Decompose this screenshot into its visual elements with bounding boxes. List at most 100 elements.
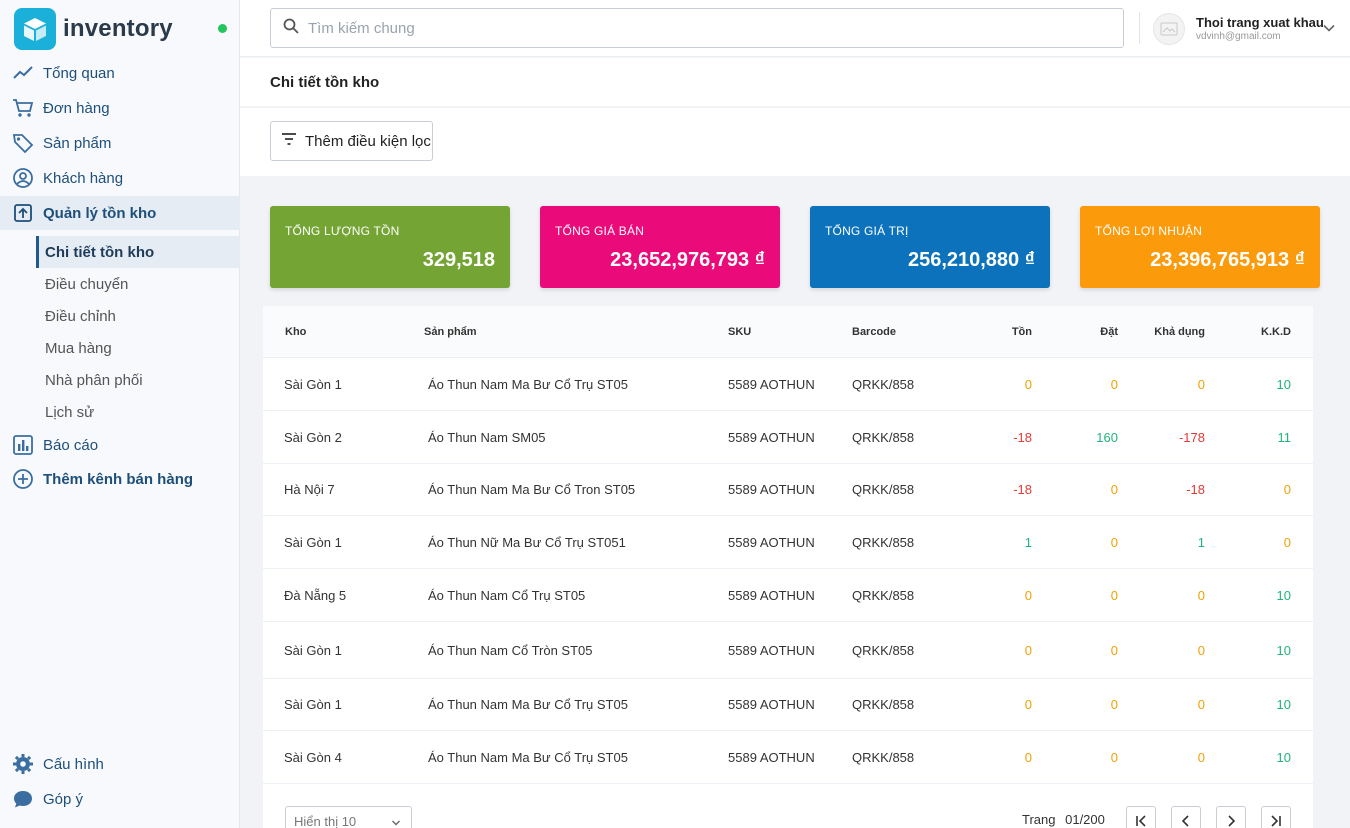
cell-kkd: 10: [1276, 588, 1291, 603]
nav-item-customers[interactable]: Khách hàng: [0, 161, 240, 195]
cell-barcode: QRKK/858: [852, 750, 915, 765]
cell-on-hand: 0: [1024, 643, 1032, 658]
cell-sku: 5589 AOTHUN: [728, 750, 815, 765]
table-row[interactable]: Sài Gòn 1 Áo Thun Nam Ma Bư Cổ Trụ ST05 55…: [263, 358, 1313, 411]
cell-product: Áo Thun Nam Ma Bư Cổ Trụ ST05: [428, 750, 628, 765]
nav-item-label: Tổng quan: [43, 64, 115, 82]
brand[interactable]: inventory: [14, 8, 173, 50]
cell-sku: 5589 AOTHUN: [728, 430, 815, 445]
page-size-label: Hiển thị 10: [294, 813, 357, 828]
subnav-item-transfer[interactable]: Điều chuyển: [36, 268, 240, 300]
nav-item-overview[interactable]: Tổng quan: [0, 56, 240, 90]
cell-on-hand: 0: [1024, 377, 1032, 392]
table-row[interactable]: Sài Gòn 1 Áo Thun Nam Ma Bư Cổ Trụ ST05 55…: [263, 679, 1313, 731]
cell-product: Áo Thun Nam SM05: [428, 430, 546, 445]
column-header-barcode[interactable]: Barcode: [852, 326, 896, 338]
inventory-table: Kho Sản phẩm SKU Barcode Tồn Đặt Khả dụn…: [263, 306, 1313, 828]
first-page-button[interactable]: [1126, 806, 1156, 828]
cell-warehouse: Sài Gòn 1: [284, 535, 342, 550]
cell-ordered: 160: [1096, 430, 1118, 445]
user-email: vdvinh@gmail.com: [1196, 31, 1281, 42]
nav-item-orders[interactable]: Đơn hàng: [0, 91, 240, 125]
cell-product: Áo Thun Nữ Ma Bư Cổ Trụ ST051: [428, 535, 626, 550]
stat-value: 23,396,765,913 ₫: [1150, 249, 1305, 271]
cell-product: Áo Thun Nam Ma Bư Cổ Tron ST05: [428, 482, 636, 497]
subnav-item-purchase[interactable]: Mua hàng: [36, 332, 240, 364]
nav-item-settings[interactable]: Cấu hình: [0, 747, 240, 781]
column-header-ordered[interactable]: Đặt: [1100, 326, 1118, 338]
column-header-kkd[interactable]: K.K.D: [1261, 326, 1291, 338]
nav-item-label: Khách hàng: [43, 169, 124, 187]
filter-bar: Thêm điều kiện lọc: [240, 108, 1350, 176]
stat-label: TỔNG LƯỢNG TỒN: [285, 224, 400, 238]
cell-sku: 5589 AOTHUN: [728, 482, 815, 497]
cell-warehouse: Sài Gòn 1: [284, 377, 342, 392]
table-row[interactable]: Sài Gòn 4 Áo Thun Nam Ma Bư Cổ Trụ ST05 55…: [263, 731, 1313, 784]
next-page-button[interactable]: [1216, 806, 1246, 828]
subnav-item-history[interactable]: Lịch sử: [36, 396, 240, 428]
table-header: Kho Sản phẩm SKU Barcode Tồn Đặt Khả dụn…: [263, 306, 1313, 358]
cell-ordered: 0: [1110, 750, 1118, 765]
search-input[interactable]: [308, 19, 1088, 37]
user-circle-icon: [12, 167, 34, 189]
table-row[interactable]: Sài Gòn 1 Áo Thun Nam Cổ Tròn ST05 5589 AO…: [263, 622, 1313, 679]
last-page-icon: [1271, 815, 1281, 827]
cell-available: 1: [1197, 535, 1205, 550]
nav-item-products[interactable]: Sản phẩm: [0, 126, 240, 160]
table-row[interactable]: Đà Nẵng 5 Áo Thun Nam Cổ Trụ ST05 5589 AOT…: [263, 569, 1313, 622]
nav-item-feedback[interactable]: Góp ý: [0, 782, 240, 816]
column-header-sku[interactable]: SKU: [728, 326, 751, 338]
cell-ordered: 0: [1110, 377, 1118, 392]
stat-value: 256,210,880 ₫: [907, 249, 1035, 271]
search-icon: [283, 18, 299, 39]
page-title: Chi tiết tồn kho: [270, 74, 380, 91]
column-header-warehouse[interactable]: Kho: [285, 326, 306, 338]
cell-available: 0: [1197, 377, 1205, 392]
last-page-button[interactable]: [1261, 806, 1291, 828]
prev-page-button[interactable]: [1171, 806, 1201, 828]
column-header-product[interactable]: Sản phẩm: [424, 326, 477, 338]
divider: [1139, 12, 1140, 44]
stat-card-total-stock: TỔNG LƯỢNG TỒN 329,518: [270, 206, 510, 288]
cell-available: -178: [1178, 430, 1205, 445]
cell-sku: 5589 AOTHUN: [728, 643, 815, 658]
page-size-select[interactable]: Hiển thị 10: [285, 806, 412, 828]
add-filter-button[interactable]: Thêm điều kiện lọc: [270, 121, 433, 161]
column-header-on-hand[interactable]: Tồn: [1012, 326, 1032, 338]
subnav-item-adjust[interactable]: Điều chỉnh: [36, 300, 240, 332]
cell-warehouse: Sài Gòn 2: [284, 430, 342, 445]
cell-ordered: 0: [1110, 482, 1118, 497]
nav-item-inventory[interactable]: Quản lý tồn kho: [0, 196, 240, 230]
table-row[interactable]: Hà Nội 7 Áo Thun Nam Ma Bư Cổ Tron ST05 55…: [263, 464, 1313, 516]
table-row[interactable]: Sài Gòn 2 Áo Thun Nam SM05 5589 AOTHUN QRKK…: [263, 411, 1313, 464]
cell-barcode: QRKK/858: [852, 535, 915, 550]
chevron-down-icon: [391, 816, 401, 828]
chevron-down-icon[interactable]: [1322, 21, 1336, 40]
stat-label: TỔNG GIÁ BÁN: [555, 224, 645, 238]
top-bar: Thoi trang xuat khau vdvinh@gmail.com: [240, 0, 1350, 57]
column-header-available[interactable]: Khả dụng: [1154, 326, 1205, 338]
nav-item-reports[interactable]: Báo cáo: [0, 428, 240, 462]
subnav-item-inventory-detail[interactable]: Chi tiết tồn kho: [36, 236, 240, 268]
subnav-item-distributor[interactable]: Nhà phân phối: [36, 364, 240, 396]
cell-barcode: QRKK/858: [852, 377, 915, 392]
cell-ordered: 0: [1110, 643, 1118, 658]
cell-warehouse: Đà Nẵng 5: [284, 588, 347, 603]
cell-product: Áo Thun Nam Cổ Trụ ST05: [428, 588, 586, 603]
nav-item-label: Báo cáo: [43, 436, 99, 454]
avatar[interactable]: [1153, 13, 1185, 45]
cell-sku: 5589 AOTHUN: [728, 377, 815, 392]
gear-icon: [12, 753, 34, 775]
cart-icon: [12, 97, 34, 119]
user-name: Thoi trang xuat khau: [1196, 15, 1324, 30]
box-logo-icon: [14, 8, 56, 50]
table-row[interactable]: Sài Gòn 1 Áo Thun Nữ Ma Bư Cổ Trụ ST051 55…: [263, 516, 1313, 569]
cell-barcode: QRKK/858: [852, 588, 915, 603]
chevron-right-icon: [1228, 815, 1236, 827]
search-box[interactable]: [270, 8, 1124, 48]
nav-item-label: Sản phẩm: [43, 134, 112, 152]
cell-product: Áo Thun Nam Ma Bư Cổ Trụ ST05: [428, 697, 628, 712]
nav-item-add-channel[interactable]: Thêm kênh bán hàng: [0, 462, 240, 496]
pagination: Hiển thị 10 Trang 01/200: [263, 784, 1313, 828]
cell-kkd: 10: [1276, 377, 1291, 392]
